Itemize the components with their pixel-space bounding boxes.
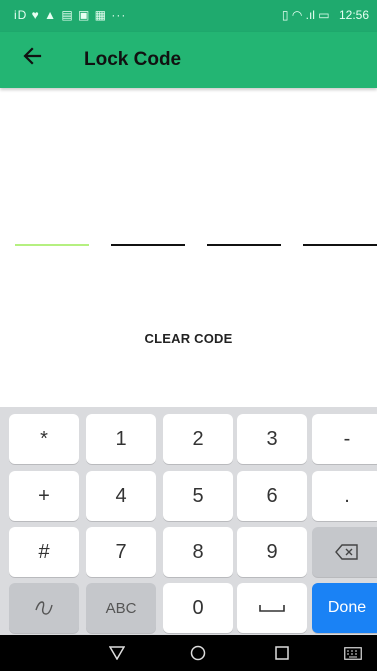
nav-recents-icon[interactable] xyxy=(262,635,302,671)
key-8[interactable]: 8 xyxy=(163,527,233,577)
key-3[interactable]: 3 xyxy=(237,414,307,464)
status-time: 12:56 xyxy=(338,8,369,22)
back-arrow-icon[interactable] xyxy=(22,46,42,66)
nav-home-icon[interactable] xyxy=(178,635,218,671)
backspace-key[interactable] xyxy=(312,527,377,577)
key-5[interactable]: 5 xyxy=(163,471,233,521)
key-plus[interactable]: + xyxy=(9,471,79,521)
status-system-area: ▯ ◠ .ıl ▭ 12:56 xyxy=(276,8,369,22)
gesture-icon xyxy=(35,601,53,615)
navigation-bar xyxy=(0,635,377,671)
done-button[interactable]: Done xyxy=(312,583,377,633)
code-slot-4 xyxy=(303,244,377,246)
backspace-icon xyxy=(335,544,358,560)
code-slot-1 xyxy=(15,244,89,246)
nav-back-icon[interactable] xyxy=(97,635,137,671)
space-key[interactable] xyxy=(237,583,307,633)
key-7[interactable]: 7 xyxy=(86,527,156,577)
status-system-icons: ▯ ◠ .ıl ▭ xyxy=(281,8,330,22)
space-icon xyxy=(259,605,285,612)
gesture-key[interactable] xyxy=(9,583,79,633)
key-2[interactable]: 2 xyxy=(163,414,233,464)
status-bar: iD ♥ ▲ ▤ ▣ ▦ ··· ▯ ◠ .ıl ▭ 12:56 xyxy=(0,0,377,32)
code-slot-3 xyxy=(207,244,281,246)
key-asterisk[interactable]: * xyxy=(9,414,79,464)
key-abc[interactable]: ABC xyxy=(86,583,156,633)
key-1[interactable]: 1 xyxy=(86,414,156,464)
code-slot-2 xyxy=(111,244,185,246)
clear-code-button[interactable]: CLEAR CODE xyxy=(0,331,377,346)
key-0[interactable]: 0 xyxy=(163,583,233,633)
key-6[interactable]: 6 xyxy=(237,471,307,521)
page-title: Lock Code xyxy=(84,49,182,70)
key-9[interactable]: 9 xyxy=(237,527,307,577)
key-minus[interactable]: - xyxy=(312,414,377,464)
status-notification-icons: iD ♥ ▲ ▤ ▣ ▦ ··· xyxy=(14,8,127,22)
keyboard-icon[interactable] xyxy=(333,635,373,671)
key-hash[interactable]: # xyxy=(9,527,79,577)
key-period[interactable]: . xyxy=(312,471,377,521)
numeric-keyboard: * 1 2 3 - + 4 5 6 . # 7 8 9 ABC 0 Done xyxy=(0,407,377,635)
app-bar: Lock Code xyxy=(0,32,377,88)
key-4[interactable]: 4 xyxy=(86,471,156,521)
